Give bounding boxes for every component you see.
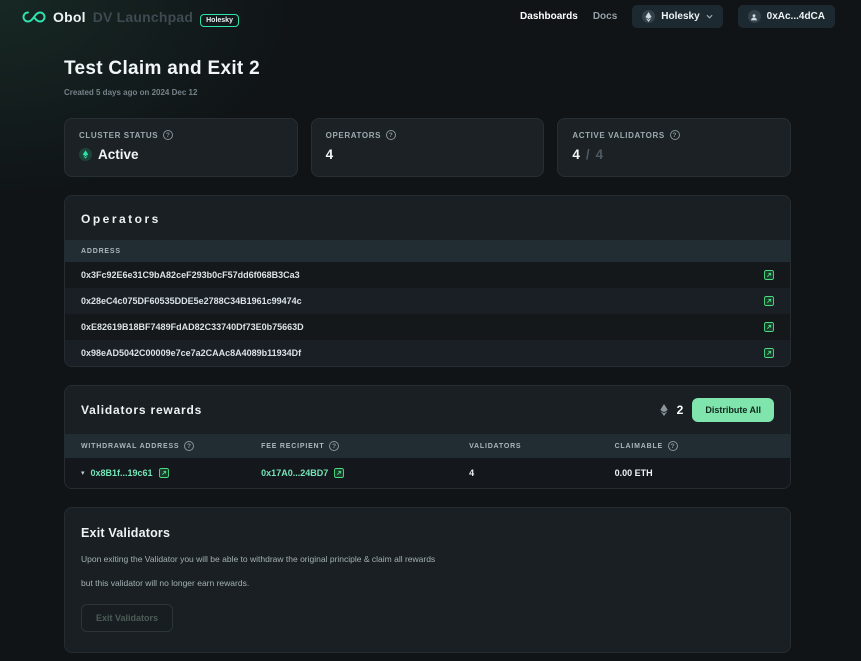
table-row: 0x3Fc92E6e31C9bA82ceF293b0cF57dd6f068B3C… <box>65 262 790 288</box>
operator-address: 0x3Fc92E6e31C9bA82ceF293b0cF57dd6f068B3C… <box>81 270 300 280</box>
active-validators-count: 4 <box>572 147 580 162</box>
withdrawal-address-column-header: WITHDRAWAL ADDRESS <box>81 443 179 450</box>
table-row: 0xE82619B18BF7489FdAD82C33740Df73E0b7566… <box>65 314 790 340</box>
help-icon[interactable]: ? <box>668 441 678 451</box>
network-selector-label: Holesky <box>661 11 699 22</box>
help-icon[interactable]: ? <box>184 441 194 451</box>
operators-card: OPERATORS ? 4 <box>311 118 545 177</box>
chevron-down-icon <box>706 14 713 19</box>
operators-table-header: ADDRESS <box>65 240 790 262</box>
wallet-button[interactable]: 0xAc...4dCA <box>738 5 835 28</box>
claimable-column-header: CLAIMABLE <box>615 443 663 450</box>
fee-recipient-link[interactable]: 0x17A0...24BD7 <box>261 468 328 478</box>
address-column-header: ADDRESS <box>81 248 121 255</box>
stats-row: CLUSTER STATUS ? Active OPE <box>64 118 791 177</box>
wallet-address-label: 0xAc...4dCA <box>767 11 825 22</box>
rewards-section-title: Validators rewards <box>81 403 202 417</box>
page-subtitle: Created 5 days ago on 2024 Dec 12 <box>64 88 791 97</box>
external-link-icon[interactable] <box>764 322 774 332</box>
obol-logo-icon <box>22 11 46 23</box>
rewards-eth-count: 2 <box>677 403 684 417</box>
external-link-icon[interactable] <box>764 270 774 280</box>
operators-count: 4 <box>326 147 334 162</box>
header: Obol DV Launchpad Holesky Dashboards Doc… <box>0 0 861 31</box>
table-row: 0x98eAD5042C00009e7ce7a2CAAc8A4089b11934… <box>65 340 790 366</box>
table-row: 0x28eC4c075DF60535DDE5e2788C34B1961c9947… <box>65 288 790 314</box>
expand-row-caret-icon[interactable]: ▾ <box>81 469 85 477</box>
network-selector[interactable]: Holesky <box>632 5 722 28</box>
cluster-status-card: CLUSTER STATUS ? Active <box>64 118 298 177</box>
active-validators-separator: / <box>586 147 590 162</box>
network-badge: Holesky <box>200 14 239 27</box>
brand-product: DV Launchpad <box>93 9 193 25</box>
brand-name: Obol <box>53 9 86 25</box>
ethereum-icon <box>660 404 668 416</box>
help-icon[interactable]: ? <box>670 130 680 140</box>
brand[interactable]: Obol DV Launchpad Holesky <box>22 7 239 27</box>
exit-description-line1: Upon exiting the Validator you will be a… <box>81 554 774 564</box>
status-active-icon <box>79 148 92 161</box>
person-icon <box>748 10 761 23</box>
rewards-section: Validators rewards 2 Distribute All WITH… <box>64 385 791 489</box>
nav-docs[interactable]: Docs <box>593 11 617 22</box>
rewards-table-row: ▾ 0x8B1f...19c61 0x17A0...24BD7 <box>65 458 790 488</box>
external-link-icon[interactable] <box>159 468 169 478</box>
exit-validators-button[interactable]: Exit Validators <box>81 604 173 632</box>
help-icon[interactable]: ? <box>329 441 339 451</box>
operators-table-body: 0x3Fc92E6e31C9bA82ceF293b0cF57dd6f068B3C… <box>65 262 790 366</box>
help-icon[interactable]: ? <box>386 130 396 140</box>
operator-address: 0x28eC4c075DF60535DDE5e2788C34B1961c9947… <box>81 296 302 306</box>
exit-section: Exit Validators Upon exiting the Validat… <box>64 507 791 653</box>
cluster-status-label: CLUSTER STATUS <box>79 131 158 140</box>
validators-column-header: VALIDATORS <box>469 443 521 450</box>
external-link-icon[interactable] <box>334 468 344 478</box>
external-link-icon[interactable] <box>764 348 774 358</box>
active-validators-total: 4 <box>596 147 604 162</box>
header-nav: Dashboards Docs Holesky <box>520 5 835 28</box>
operators-section: Operators ADDRESS 0x3Fc92E6e31C9bA82ceF2… <box>64 195 791 367</box>
operators-label: OPERATORS <box>326 131 381 140</box>
exit-description-line2: but this validator will no longer earn r… <box>81 578 774 588</box>
fee-recipient-column-header: FEE RECIPIENT <box>261 443 324 450</box>
app-root: Obol DV Launchpad Holesky Dashboards Doc… <box>0 0 861 661</box>
page-title: Test Claim and Exit 2 <box>64 58 791 80</box>
rewards-table-header: WITHDRAWAL ADDRESS ? FEE RECIPIENT ? VAL… <box>65 434 790 458</box>
distribute-all-button[interactable]: Distribute All <box>692 398 774 422</box>
active-validators-card: ACTIVE VALIDATORS ? 4 / 4 <box>557 118 791 177</box>
cluster-status-value: Active <box>98 147 139 162</box>
main-content: Test Claim and Exit 2 Created 5 days ago… <box>64 58 791 653</box>
exit-section-title: Exit Validators <box>81 526 774 540</box>
operator-address: 0xE82619B18BF7489FdAD82C33740Df73E0b7566… <box>81 322 304 332</box>
withdrawal-address-link[interactable]: 0x8B1f...19c61 <box>91 468 153 478</box>
rewards-claimable-value: 0.00 ETH <box>615 468 774 478</box>
rewards-validators-count: 4 <box>469 468 615 478</box>
external-link-icon[interactable] <box>764 296 774 306</box>
active-validators-label: ACTIVE VALIDATORS <box>572 131 664 140</box>
help-icon[interactable]: ? <box>163 130 173 140</box>
ethereum-icon <box>642 10 655 23</box>
operator-address: 0x98eAD5042C00009e7ce7a2CAAc8A4089b11934… <box>81 348 301 358</box>
nav-dashboards[interactable]: Dashboards <box>520 11 578 22</box>
operators-section-title: Operators <box>81 212 774 226</box>
